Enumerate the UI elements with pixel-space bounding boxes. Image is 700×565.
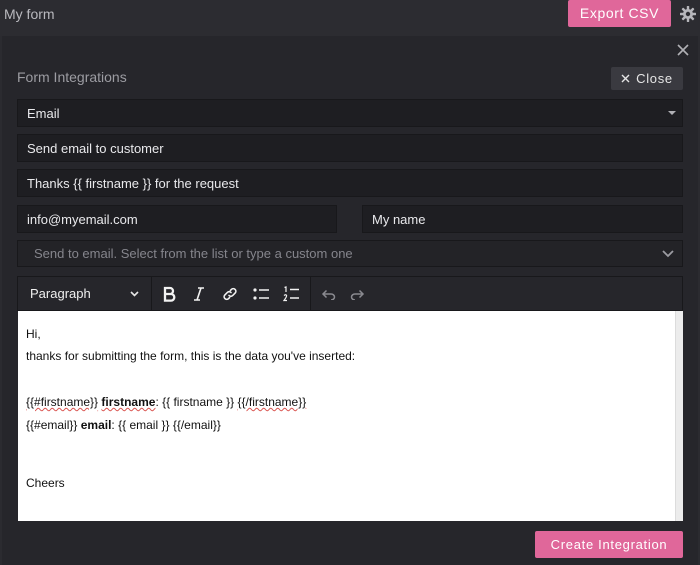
integration-type-value: Email <box>27 105 60 121</box>
send-to-select[interactable]: Send to email. Select from the list or t… <box>17 240 683 267</box>
undo-icon <box>321 289 336 300</box>
firstname-close-tag: {{/firstname}} <box>237 395 307 409</box>
from-email-value: info@myemail.com <box>27 211 138 227</box>
firstname-colon: : <box>155 395 159 409</box>
gear-icon[interactable] <box>680 6 696 22</box>
editor-line-firstname: {{#firstname}} firstname: {{ firstname }… <box>26 395 306 409</box>
create-integration-button[interactable]: Create Integration <box>535 531 683 558</box>
italic-button[interactable] <box>186 277 212 310</box>
email-body-editor[interactable]: Hi, thanks for submitting the form, this… <box>18 311 683 521</box>
email-value: {{ email }} <box>118 418 170 432</box>
email-colon: : <box>111 418 115 432</box>
editor-scrollbar[interactable] <box>675 311 683 521</box>
editor-line: thanks for submitting the form, this is … <box>26 349 356 363</box>
bullet-list-button[interactable] <box>248 277 274 310</box>
close-icon <box>621 74 630 83</box>
email-label: email <box>80 418 112 432</box>
bold-button[interactable] <box>156 277 182 310</box>
send-to-placeholder: Send to email. Select from the list or t… <box>34 246 353 261</box>
block-style-dropdown[interactable]: Paragraph <box>18 277 151 310</box>
editor-toolbar: Paragraph <box>17 276 683 311</box>
link-icon <box>223 287 237 300</box>
close-icon[interactable] <box>676 43 690 57</box>
editor-line: Cheers <box>26 476 65 490</box>
chevron-down-icon <box>662 250 674 258</box>
redo-icon <box>350 289 365 300</box>
link-button[interactable] <box>217 277 243 310</box>
bullet-list-icon <box>252 287 269 300</box>
chevron-down-icon <box>130 291 139 297</box>
app-title: My form <box>4 6 55 22</box>
subject-field[interactable]: Send email to customer <box>17 134 683 162</box>
from-name-field[interactable]: My name <box>362 205 683 233</box>
email-title-field[interactable]: Thanks {{ firstname }} for the request <box>17 169 683 197</box>
italic-icon <box>194 286 204 301</box>
bold-icon <box>163 286 176 302</box>
subject-value: Send email to customer <box>27 140 164 156</box>
numbered-list-button[interactable] <box>278 277 304 310</box>
editor-line-email: {{#email}} email: {{ email }} {{/email}} <box>26 418 221 432</box>
close-button-label: Close <box>636 71 673 86</box>
numbered-list-icon <box>282 285 299 301</box>
integration-type-select[interactable]: Email <box>17 99 683 127</box>
redo-button[interactable] <box>345 277 371 310</box>
toolbar-divider <box>151 277 152 310</box>
chevron-down-icon <box>668 111 676 115</box>
editor-line: Hi, <box>26 327 41 341</box>
export-csv-button[interactable]: Export CSV <box>568 0 671 27</box>
firstname-open-tag: {{#firstname}} <box>26 395 99 409</box>
close-button[interactable]: Close <box>611 67 683 90</box>
email-open-tag: {{#email}} <box>26 418 78 432</box>
from-name-value: My name <box>372 211 426 227</box>
block-style-label: Paragraph <box>30 286 91 301</box>
top-bar: My form Export CSV <box>0 0 700 36</box>
undo-button[interactable] <box>315 277 341 310</box>
firstname-label: firstname <box>101 395 156 409</box>
section-title: Form Integrations <box>17 69 127 85</box>
email-title-value: Thanks {{ firstname }} for the request <box>27 175 239 191</box>
toolbar-divider <box>310 277 311 310</box>
from-email-field[interactable]: info@myemail.com <box>17 205 337 233</box>
email-close-tag: {{/email}} <box>172 418 221 432</box>
firstname-value: {{ firstname }} <box>162 395 235 409</box>
